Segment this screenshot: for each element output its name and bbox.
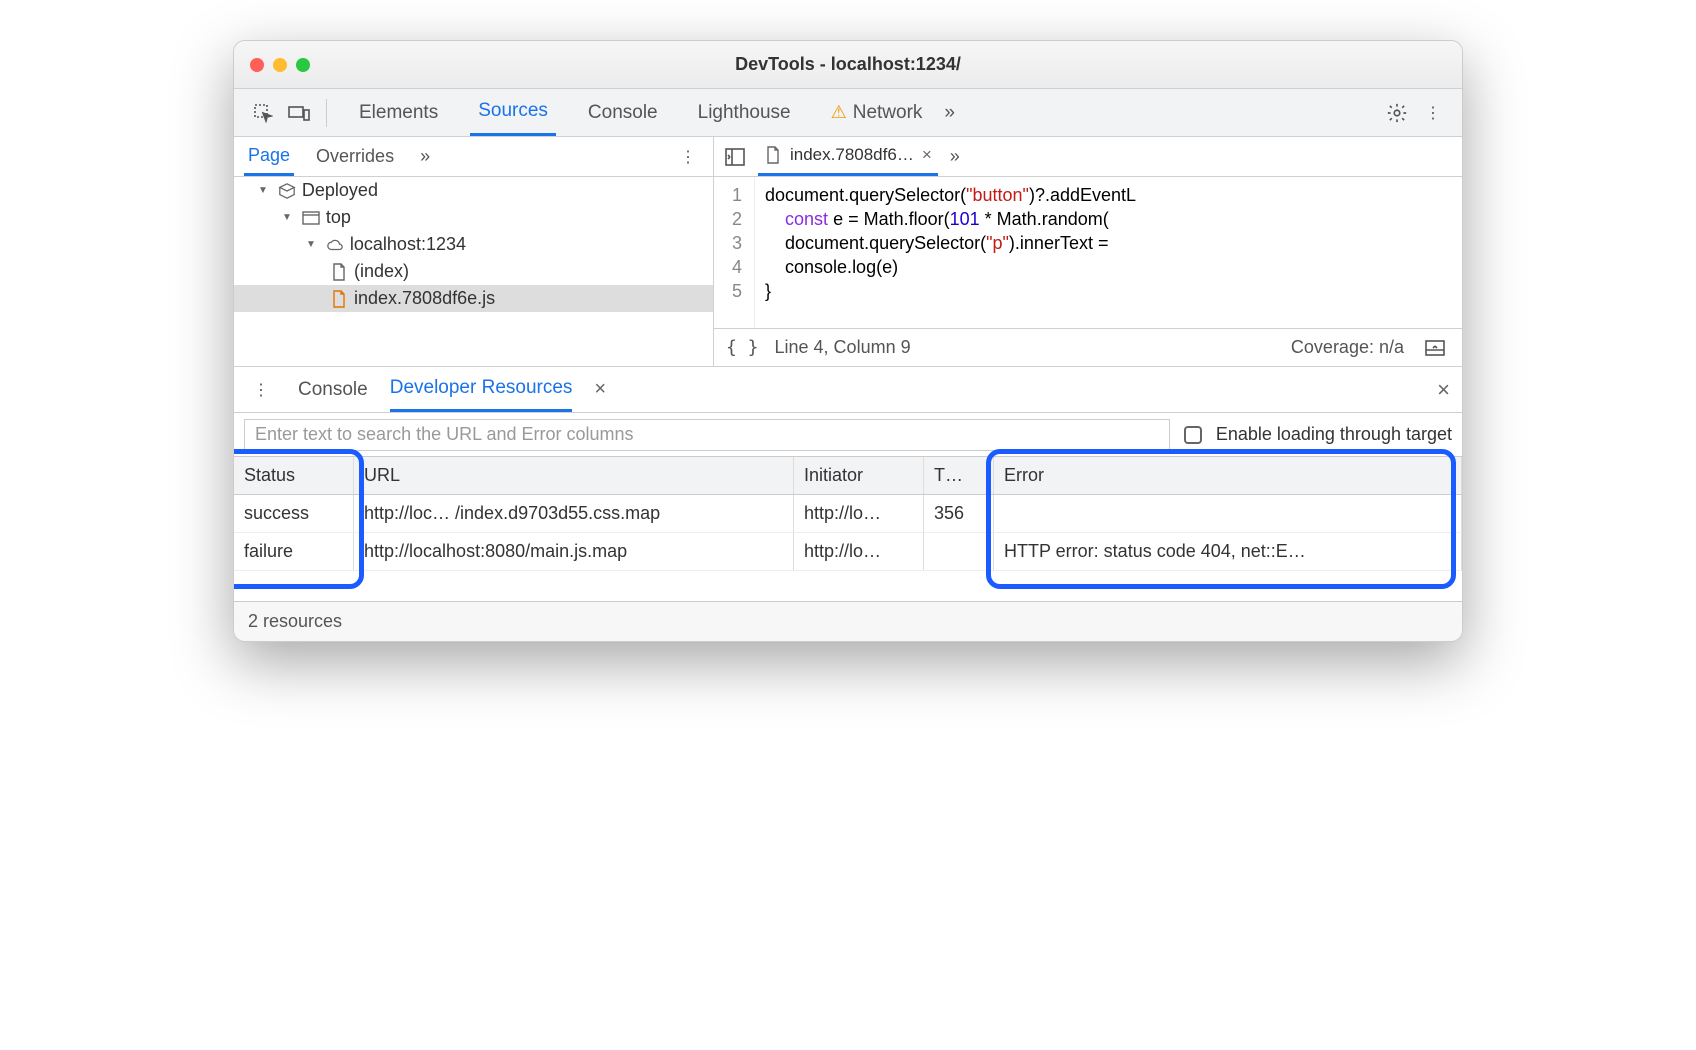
tree-file[interactable]: (index) — [234, 258, 713, 285]
table-row[interactable]: successhttp://loc… /index.d9703d55.css.m… — [234, 495, 1462, 533]
table-header: Status URL Initiator T… Error — [234, 457, 1462, 495]
titlebar: DevTools - localhost:1234/ — [234, 41, 1462, 89]
resources-table: Status URL Initiator T… Error successhtt… — [234, 457, 1462, 601]
close-drawer-icon[interactable]: × — [1437, 377, 1450, 403]
more-tabs-icon[interactable]: » — [936, 89, 963, 136]
file-tree: Deployed top localhost:1234 (index) inde… — [234, 177, 713, 312]
search-input[interactable]: Enter text to search the URL and Error c… — [244, 419, 1170, 451]
more-nav-tabs-icon[interactable]: » — [416, 137, 434, 176]
file-icon — [330, 263, 348, 281]
nav-tab-page[interactable]: Page — [244, 137, 294, 176]
tab-lighthouse[interactable]: Lighthouse — [690, 89, 799, 136]
table-row[interactable]: failurehttp://localhost:8080/main.js.map… — [234, 533, 1462, 571]
navigator-panel: Page Overrides » ⋮ Deployed top localhost… — [234, 137, 714, 366]
window-icon — [302, 209, 320, 227]
more-file-tabs-icon[interactable]: » — [946, 137, 964, 176]
file-icon — [330, 290, 348, 308]
tab-elements[interactable]: Elements — [351, 89, 446, 136]
cloud-icon — [326, 236, 344, 254]
close-drawer-tab-icon[interactable]: × — [594, 378, 606, 401]
tab-sources[interactable]: Sources — [470, 89, 556, 136]
file-icon — [764, 146, 782, 164]
braces-icon[interactable]: { } — [726, 337, 759, 358]
kebab-icon[interactable]: ⋮ — [1418, 98, 1448, 128]
status-footer: 2 resources — [234, 601, 1462, 641]
window-title: DevTools - localhost:1234/ — [234, 54, 1462, 75]
gear-icon[interactable] — [1382, 98, 1412, 128]
drawer-toggle-icon[interactable] — [1420, 333, 1450, 363]
tab-console[interactable]: Console — [580, 89, 666, 136]
checkbox-label: Enable loading through target — [1216, 424, 1452, 445]
kebab-icon[interactable]: ⋮ — [246, 375, 276, 405]
tree-host[interactable]: localhost:1234 — [234, 231, 713, 258]
enable-loading-checkbox[interactable] — [1184, 426, 1202, 444]
tree-file-selected[interactable]: index.7808df6e.js — [234, 285, 713, 312]
coverage-label: Coverage: n/a — [1291, 337, 1404, 358]
cursor-position: Line 4, Column 9 — [775, 337, 911, 358]
drawer-tab-developer-resources[interactable]: Developer Resources — [390, 367, 573, 412]
toggle-sidebar-icon[interactable] — [720, 142, 750, 172]
editor-file-tab[interactable]: index.7808df6… × — [758, 137, 938, 176]
tab-network[interactable]: Network — [823, 89, 931, 136]
inspect-icon[interactable] — [248, 98, 278, 128]
nav-tab-overrides[interactable]: Overrides — [312, 137, 398, 176]
device-icon[interactable] — [284, 98, 314, 128]
main-tabbar: ElementsSourcesConsoleLighthouseNetwork … — [234, 89, 1462, 137]
kebab-icon[interactable]: ⋮ — [673, 142, 703, 172]
drawer-tab-console[interactable]: Console — [298, 367, 368, 412]
tree-root[interactable]: Deployed — [234, 177, 713, 204]
cube-icon — [278, 182, 296, 200]
editor-panel: index.7808df6… × » 12345 document.queryS… — [714, 137, 1462, 366]
tree-top[interactable]: top — [234, 204, 713, 231]
code-editor[interactable]: 12345 document.querySelector("button")?.… — [714, 177, 1462, 328]
devtools-window: DevTools - localhost:1234/ Elements Sourc… — [233, 40, 1463, 642]
close-tab-icon[interactable]: × — [922, 145, 932, 165]
